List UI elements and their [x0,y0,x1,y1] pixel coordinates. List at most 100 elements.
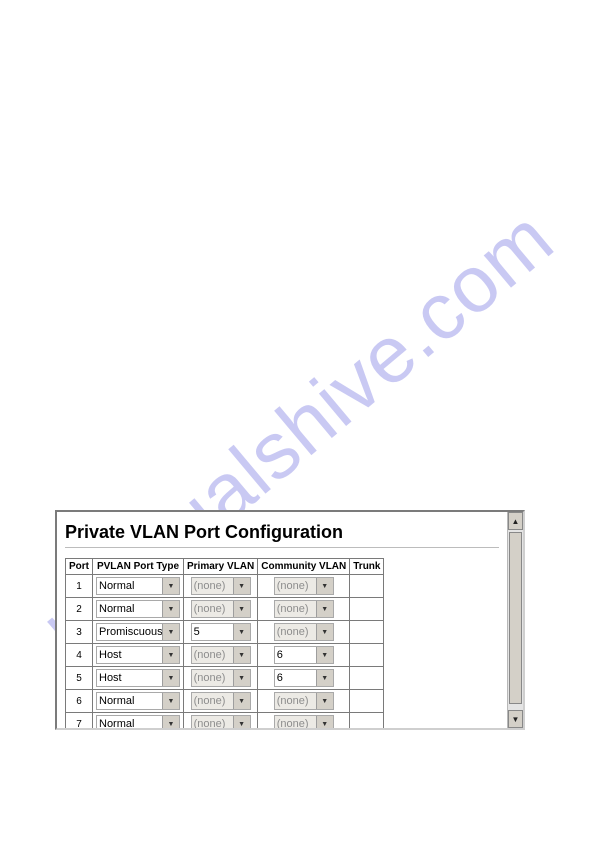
primary-vlan-select: (none)▼ [191,715,251,728]
port-type-select[interactable]: Normal▼ [96,577,180,595]
trunk-cell [350,713,384,729]
community-vlan-cell: (none)▼ [258,598,350,621]
primary-vlan-cell: (none)▼ [184,667,258,690]
port-type-select[interactable]: Host▼ [96,646,180,664]
community-vlan-select: (none)▼ [274,692,334,710]
chevron-down-icon: ▼ [316,601,333,617]
port-cell: 1 [66,575,93,598]
chevron-down-icon: ▼ [316,716,333,728]
chevron-down-icon: ▼ [233,670,250,686]
porttype-cell: Normal▼ [93,575,184,598]
primary-vlan-select: (none)▼ [191,669,251,687]
primary-vlan-cell: (none)▼ [184,713,258,729]
primary-vlan-cell: (none)▼ [184,690,258,713]
chevron-down-icon: ▼ [162,624,179,640]
chevron-down-icon: ▼ [316,624,333,640]
primary-vlan-select: (none)▼ [191,600,251,618]
col-trunk: Trunk [350,559,384,575]
primary-vlan-select: (none)▼ [191,577,251,595]
community-vlan-cell: (none)▼ [258,621,350,644]
col-port: Port [66,559,93,575]
port-cell: 2 [66,598,93,621]
chevron-down-icon: ▼ [233,624,250,640]
scroll-thumb[interactable] [509,532,522,704]
page: manualshive.com Private VLAN Port Config… [0,0,594,864]
table-row: 1Normal▼ (none)▼ (none)▼ [66,575,384,598]
table-row: 5Host▼ (none)▼ 6▼ [66,667,384,690]
trunk-cell [350,598,384,621]
porttype-cell: Normal▼ [93,690,184,713]
primary-vlan-select: (none)▼ [191,692,251,710]
table-body: 1Normal▼(none)▼(none)▼2Normal▼(none)▼(no… [66,575,384,729]
divider [65,547,499,548]
vlan-table: Port PVLAN Port Type Primary VLAN Commun… [65,558,384,728]
chevron-down-icon: ▼ [233,647,250,663]
chevron-down-icon: ▼ [162,693,179,709]
porttype-cell: Host▼ [93,667,184,690]
port-cell: 4 [66,644,93,667]
chevron-down-icon: ▼ [316,578,333,594]
port-cell: 7 [66,713,93,729]
primary-vlan-cell: (none)▼ [184,575,258,598]
port-cell: 5 [66,667,93,690]
chevron-down-icon: ▼ [316,647,333,663]
community-vlan-select: (none)▼ [274,715,334,728]
panel-content: Private VLAN Port Configuration Port PVL… [57,512,507,728]
primary-vlan-select: (none)▼ [191,646,251,664]
scroll-down-button[interactable]: ▼ [508,710,523,728]
community-vlan-cell: (none)▼ [258,690,350,713]
trunk-cell [350,575,384,598]
chevron-down-icon: ▼ [162,670,179,686]
port-cell: 6 [66,690,93,713]
primary-vlan-select[interactable]: 5▼ [191,623,251,641]
col-primary: Primary VLAN [184,559,258,575]
config-panel: Private VLAN Port Configuration Port PVL… [55,510,525,730]
table-row: 7Normal▼ (none)▼ (none)▼ [66,713,384,729]
chevron-down-icon: ▼ [233,601,250,617]
chevron-down-icon: ▼ [233,693,250,709]
col-community: Community VLAN [258,559,350,575]
table-row: 2Normal▼ (none)▼ (none)▼ [66,598,384,621]
port-type-select[interactable]: Normal▼ [96,715,180,728]
porttype-cell: Normal▼ [93,598,184,621]
primary-vlan-cell: (none)▼ [184,598,258,621]
porttype-cell: Normal▼ [93,713,184,729]
port-type-select[interactable]: Normal▼ [96,600,180,618]
chevron-down-icon: ▼ [233,578,250,594]
port-type-select[interactable]: Promiscuous▼ [96,623,180,641]
trunk-cell [350,644,384,667]
chevron-down-icon: ▼ [316,693,333,709]
primary-vlan-cell: (none)▼ [184,644,258,667]
table-row: 4Host▼ (none)▼ 6▼ [66,644,384,667]
community-vlan-select[interactable]: 6▼ [274,646,334,664]
porttype-cell: Host▼ [93,644,184,667]
porttype-cell: Promiscuous▼ [93,621,184,644]
scrollbar[interactable]: ▲ ▼ [507,512,523,728]
trunk-cell [350,667,384,690]
scroll-track[interactable] [508,530,523,710]
community-vlan-cell: 6▼ [258,667,350,690]
trunk-cell [350,690,384,713]
community-vlan-cell: 6▼ [258,644,350,667]
port-type-select[interactable]: Host▼ [96,669,180,687]
community-vlan-select: (none)▼ [274,600,334,618]
col-porttype: PVLAN Port Type [93,559,184,575]
chevron-down-icon: ▼ [233,716,250,728]
port-type-select[interactable]: Normal▼ [96,692,180,710]
port-cell: 3 [66,621,93,644]
community-vlan-select: (none)▼ [274,577,334,595]
primary-vlan-cell: 5▼ [184,621,258,644]
table-row: 6Normal▼ (none)▼ (none)▼ [66,690,384,713]
chevron-down-icon: ▼ [162,647,179,663]
community-vlan-select[interactable]: 6▼ [274,669,334,687]
community-vlan-cell: (none)▼ [258,713,350,729]
chevron-down-icon: ▼ [316,670,333,686]
table-row: 3Promiscuous▼ 5▼ (none)▼ [66,621,384,644]
page-title: Private VLAN Port Configuration [65,522,499,543]
chevron-down-icon: ▼ [162,601,179,617]
community-vlan-select: (none)▼ [274,623,334,641]
trunk-cell [350,621,384,644]
community-vlan-cell: (none)▼ [258,575,350,598]
chevron-down-icon: ▼ [162,578,179,594]
scroll-up-button[interactable]: ▲ [508,512,523,530]
